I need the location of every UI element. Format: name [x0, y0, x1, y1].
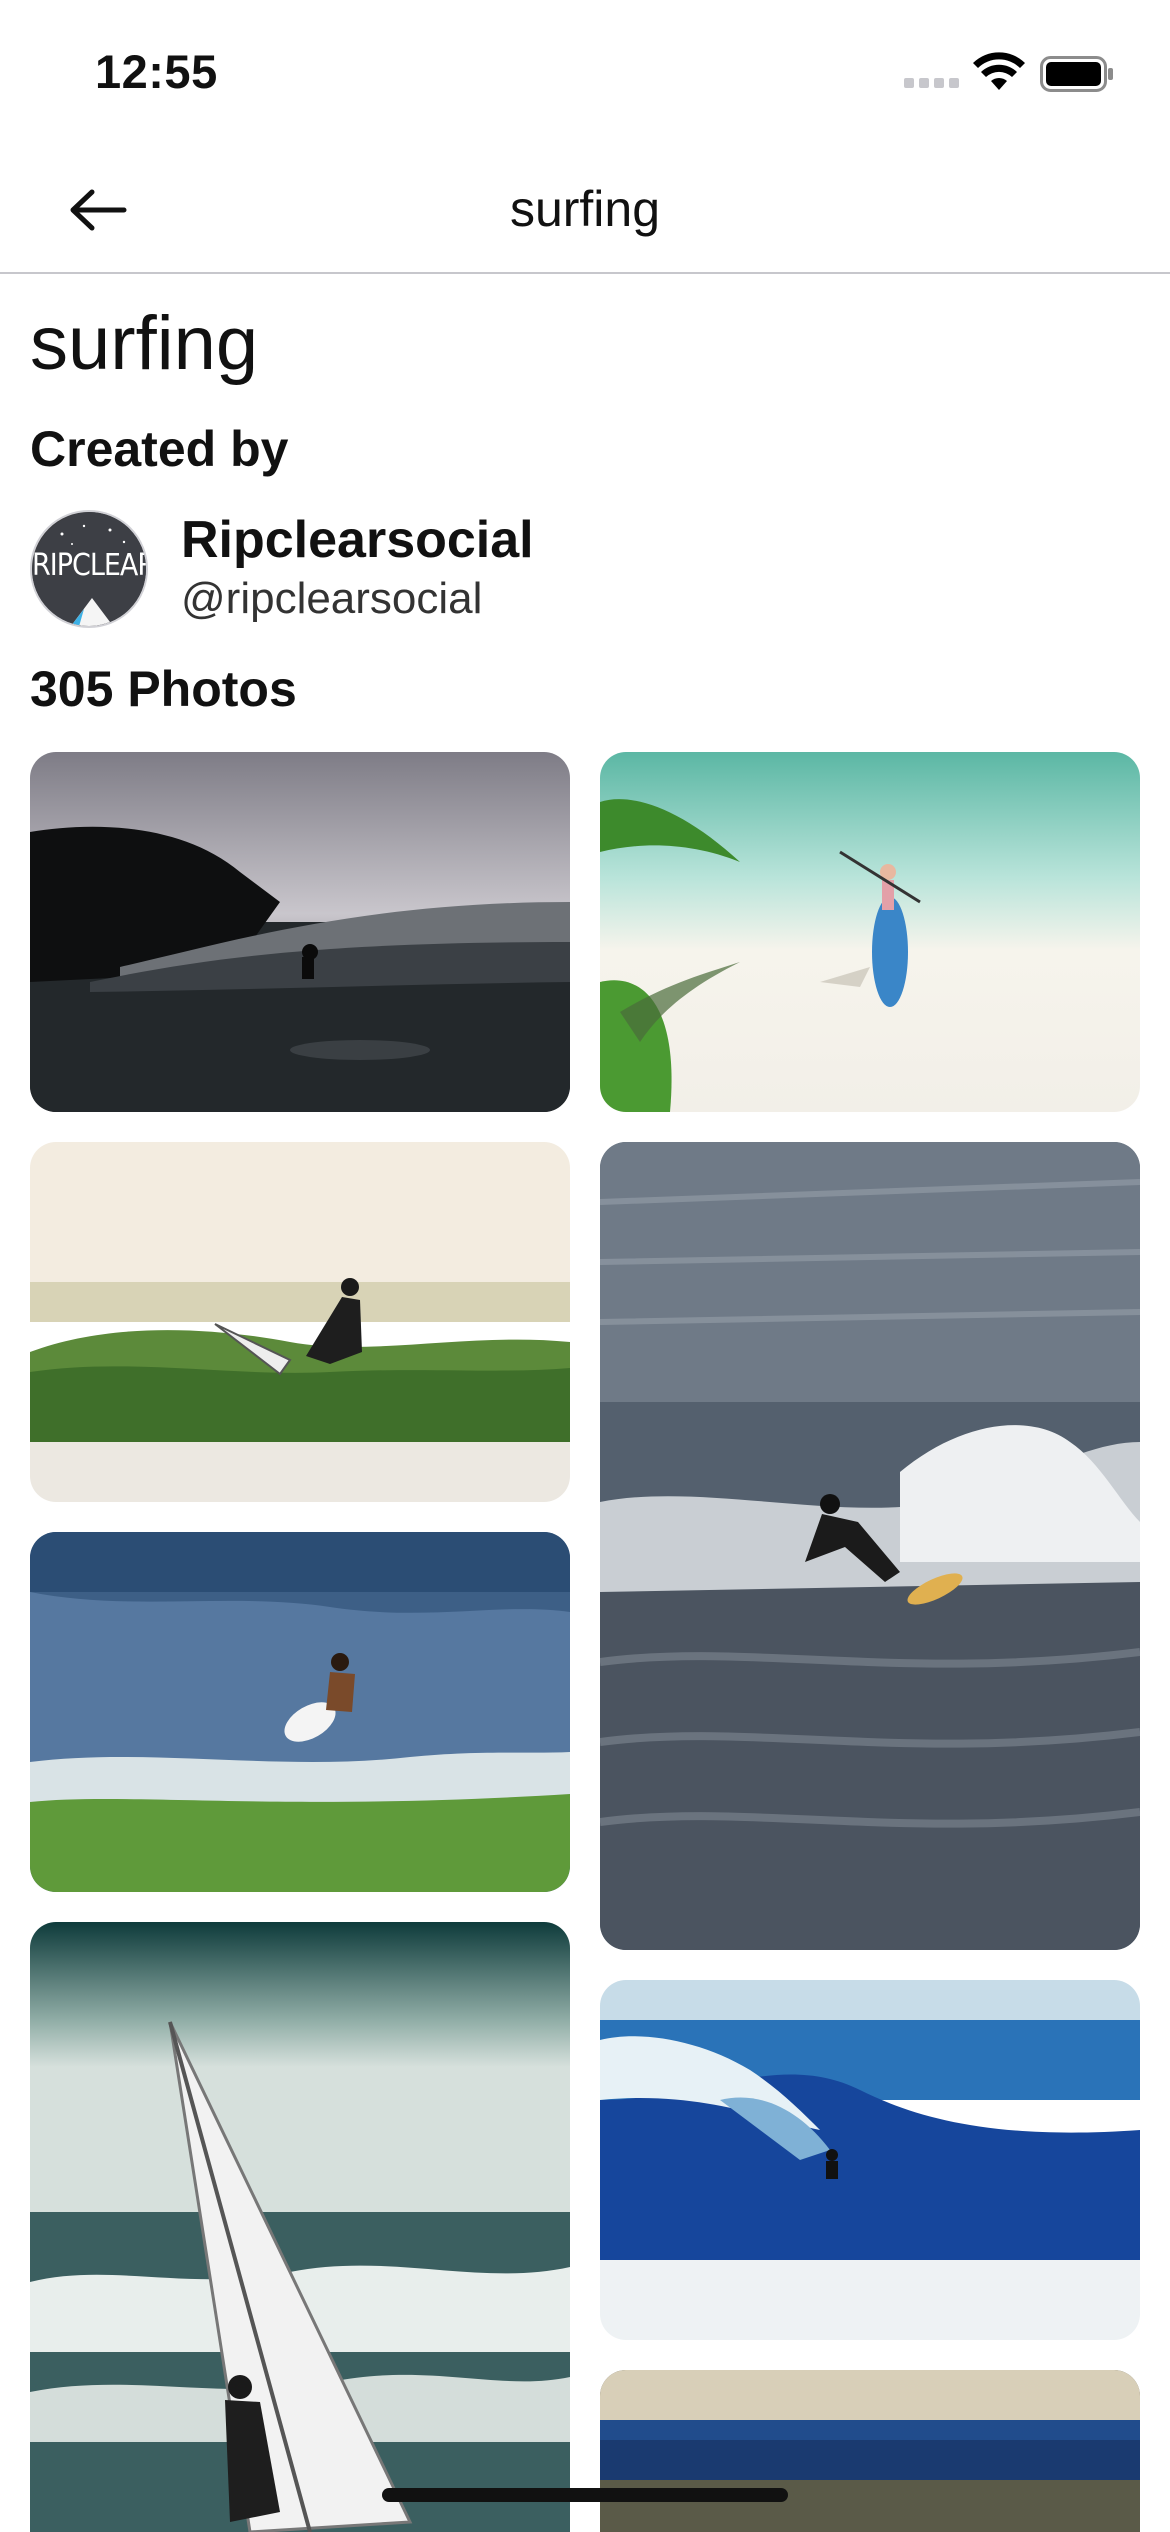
nav-title: surfing [509, 181, 661, 237]
photo-image [600, 1980, 1140, 2340]
photo-image [30, 1532, 570, 1892]
author-handle[interactable]: @ripclearsocial [181, 574, 482, 624]
photo-tile[interactable] [30, 1922, 570, 2532]
photo-tile[interactable] [30, 752, 570, 1112]
created-by-label: Created by [30, 421, 289, 477]
photo-tile[interactable] [30, 1532, 570, 1892]
home-indicator [382, 2488, 788, 2502]
photo-tile[interactable] [30, 1142, 570, 1502]
wifi-icon [973, 52, 1025, 90]
navigation-bar: surfing [0, 150, 1170, 274]
avatar-logo-text: RIPCLEAR [32, 548, 148, 583]
avatar[interactable]: RIPCLEAR [30, 510, 148, 628]
author-row[interactable]: RIPCLEAR Ripclearsocial @ripclearsocial [30, 510, 730, 628]
screen: 12:55 surfing surfing Created by RIPCLEA… [0, 0, 1170, 2532]
photo-tile[interactable] [600, 752, 1140, 1112]
battery-icon [1040, 56, 1113, 92]
author-name[interactable]: Ripclearsocial [181, 510, 534, 570]
status-bar: 12:55 [0, 0, 1170, 150]
cellular-signal-icon [904, 78, 959, 88]
photo-tile[interactable] [600, 1980, 1140, 2340]
photo-tile[interactable] [600, 2370, 1140, 2532]
photo-tile[interactable] [600, 1142, 1140, 1950]
photo-image [30, 1922, 570, 2532]
photo-image [30, 1142, 570, 1502]
photo-count: 305 Photos [30, 661, 297, 717]
photo-image [600, 1142, 1140, 1950]
photo-image [600, 752, 1140, 1112]
photo-image [600, 2370, 1140, 2532]
photo-image [30, 752, 570, 1112]
status-time: 12:55 [95, 45, 218, 98]
collection-title: surfing [30, 301, 259, 386]
